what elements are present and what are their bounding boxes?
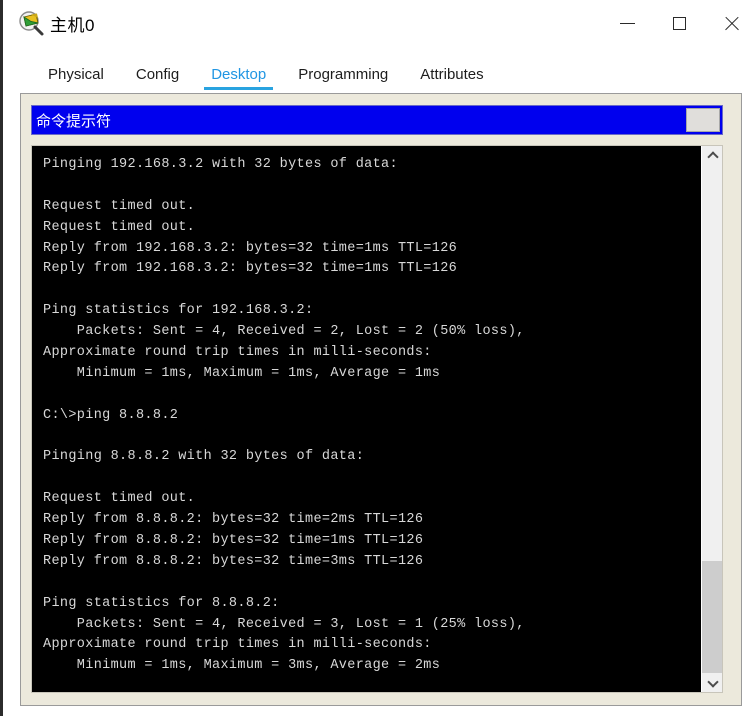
command-prompt-header: 命令提示符 xyxy=(31,105,723,135)
window-titlebar: 主机0 xyxy=(6,0,754,46)
app-close-button[interactable] xyxy=(686,108,720,132)
scrollbar-thumb[interactable] xyxy=(702,561,722,673)
terminal-output[interactable]: Pinging 192.168.3.2 with 32 bytes of dat… xyxy=(32,146,701,692)
terminal-line: Reply from 8.8.8.2: bytes=32 time=1ms TT… xyxy=(43,533,424,549)
terminal-line: Request timed out. xyxy=(43,219,196,235)
minimize-icon xyxy=(619,22,635,24)
tab-config[interactable]: Config xyxy=(120,62,195,92)
command-prompt-title: 命令提示符 xyxy=(36,112,112,130)
packet-tracer-inspect-icon xyxy=(17,9,45,37)
terminal-line: Pinging 192.168.3.2 with 32 bytes of dat… xyxy=(43,157,398,172)
close-button[interactable] xyxy=(705,0,754,46)
scroll-down-button[interactable] xyxy=(702,673,722,692)
terminal-line: Packets: Sent = 4, Received = 2, Lost = … xyxy=(43,324,525,340)
tab-desktop[interactable]: Desktop xyxy=(195,62,282,92)
scroll-up-button[interactable] xyxy=(702,146,722,165)
window-title: 主机0 xyxy=(50,16,95,35)
maximize-button[interactable] xyxy=(653,0,705,46)
tab-physical[interactable]: Physical xyxy=(32,62,120,92)
window-controls xyxy=(601,0,754,46)
terminal-line: Reply from 8.8.8.2: bytes=32 time=3ms TT… xyxy=(43,553,424,569)
terminal-line: Ping statistics for 192.168.3.2: xyxy=(43,303,314,319)
minimize-button[interactable] xyxy=(601,0,653,46)
terminal-line: Minimum = 1ms, Maximum = 3ms, Average = … xyxy=(43,658,441,674)
tab-strip: Physical Config Desktop Programming Attr… xyxy=(6,46,754,92)
scroll-up-icon xyxy=(708,151,717,160)
terminal-line: C:\>ping 8.8.8.2 xyxy=(43,407,179,423)
scroll-down-icon xyxy=(708,678,717,687)
terminal-line: Minimum = 1ms, Maximum = 1ms, Average = … xyxy=(43,365,441,381)
terminal-line: Reply from 192.168.3.2: bytes=32 time=1m… xyxy=(43,261,458,277)
maximize-icon xyxy=(672,16,686,30)
terminal-line: Request timed out. xyxy=(43,198,196,214)
desktop-panel: 命令提示符 Pinging 192.168.3.2 with 32 bytes … xyxy=(20,93,742,706)
terminal-line: Reply from 8.8.8.2: bytes=32 time=2ms TT… xyxy=(43,512,424,528)
terminal-scrollbar[interactable] xyxy=(701,146,722,692)
terminal-line: Pinging 8.8.8.2 with 32 bytes of data: xyxy=(43,449,365,465)
terminal-line: Approximate round trip times in milli-se… xyxy=(43,637,432,653)
tab-attributes[interactable]: Attributes xyxy=(404,62,499,92)
tab-programming[interactable]: Programming xyxy=(282,62,404,92)
terminal-container: Pinging 192.168.3.2 with 32 bytes of dat… xyxy=(31,145,723,693)
terminal-line: Reply from 192.168.3.2: bytes=32 time=1m… xyxy=(43,240,458,256)
terminal-line: Ping statistics for 8.8.8.2: xyxy=(43,595,280,611)
tab-list: Physical Config Desktop Programming Attr… xyxy=(32,52,500,92)
device-window: 主机0 Physical Config Desktop Programming … xyxy=(0,0,754,716)
terminal-line: Packets: Sent = 4, Received = 3, Lost = … xyxy=(43,616,525,632)
terminal-line: Request timed out. xyxy=(43,491,196,507)
close-icon xyxy=(723,15,739,31)
terminal-line: Approximate round trip times in milli-se… xyxy=(43,345,432,361)
